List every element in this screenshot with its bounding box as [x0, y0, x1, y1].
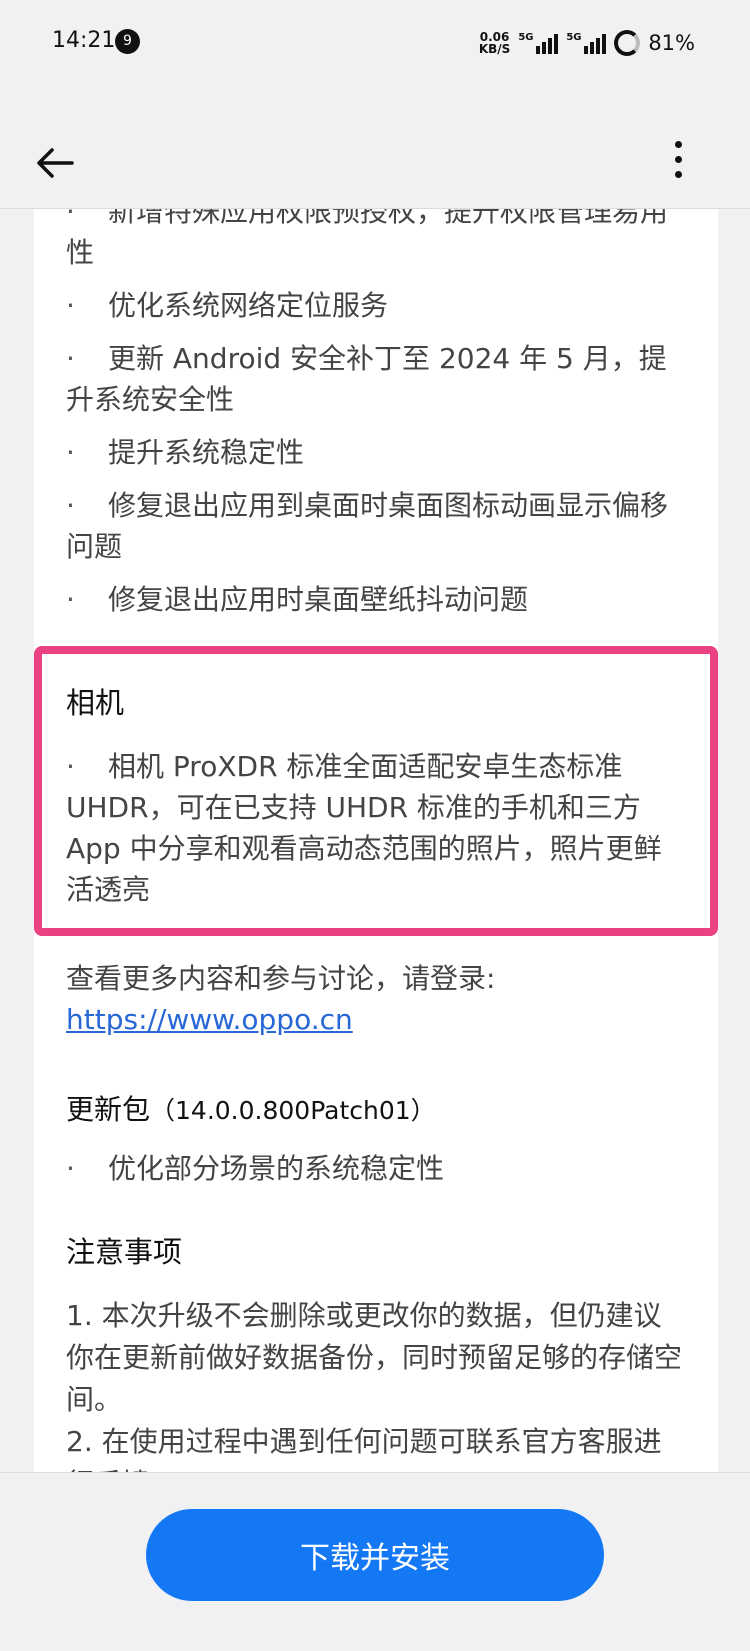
- network-speed: 0.06 KB/S: [479, 31, 510, 55]
- sim2-network-type: 5G: [566, 32, 582, 43]
- app-bar: [0, 118, 750, 208]
- camera-section-title: 相机: [66, 686, 125, 720]
- more-dot-icon: [674, 141, 682, 148]
- list-item: · 新增特殊应用权限预授权，提升权限管理易用性: [66, 209, 669, 269]
- more-dot-icon: [674, 171, 682, 178]
- list-item: · 相机 ProXDR 标准全面适配安卓生态标准 UHDR，可在已支持 UHDR …: [66, 750, 662, 906]
- notes-item: 1. 本次升级不会删除或更改你的数据，但仍建议你在更新前做好数据备份，同时预留足…: [66, 1299, 683, 1416]
- more-options-button[interactable]: [666, 136, 690, 190]
- signal-sim2-icon: 5G: [566, 32, 607, 54]
- login-prompt: 查看更多内容和参与讨论，请登录:: [66, 962, 496, 995]
- list-item: · 提升系统稳定性: [66, 436, 305, 469]
- status-bar: 14:21 9 0.06 KB/S 5G 5G 81%: [0, 0, 750, 84]
- sim1-network-type: 5G: [518, 32, 534, 43]
- patch-section-title: 更新包（14.0.0.800Patch01）: [66, 1088, 686, 1128]
- back-button[interactable]: [32, 138, 82, 188]
- oppo-community-link[interactable]: https://www.oppo.cn: [66, 1003, 353, 1036]
- signal-sim1-icon: 5G: [518, 32, 559, 54]
- patch-title: 更新包: [66, 1093, 151, 1126]
- list-item: · 更新 Android 安全补丁至 2024 年 5 月，提升系统安全性: [66, 342, 667, 416]
- patch-version: （14.0.0.800Patch01）: [150, 1096, 436, 1125]
- list-item: · 优化系统网络定位服务: [66, 289, 389, 322]
- release-notes-scroll-area[interactable]: · 新增特殊应用权限预授权，提升权限管理易用性 · 优化系统网络定位服务 · 更新 A…: [34, 209, 718, 1472]
- back-arrow-icon: [37, 148, 74, 178]
- list-item: · 修复退出应用时桌面壁纸抖动问题: [66, 583, 529, 616]
- notification-count-badge: 9: [115, 29, 140, 54]
- list-item: · 修复退出应用到桌面时桌面图标动画显示偏移问题: [66, 489, 669, 563]
- more-dot-icon: [674, 156, 682, 163]
- camera-section-highlight: 相机 · 相机 ProXDR 标准全面适配安卓生态标准 UHDR，可在已支持 UH…: [34, 646, 718, 936]
- notes-section-title: 注意事项: [66, 1235, 183, 1269]
- download-install-button[interactable]: 下载并安装: [146, 1509, 604, 1601]
- battery-icon: [614, 30, 641, 56]
- status-indicators: 0.06 KB/S 5G 5G 81%: [479, 28, 695, 58]
- battery-percent: 81%: [648, 31, 695, 55]
- network-speed-unit: KB/S: [478, 42, 511, 56]
- status-time: 14:21: [52, 28, 116, 53]
- bottom-action-bar: 下载并安装: [0, 1472, 750, 1651]
- notes-item: 2. 在使用过程中遇到任何问题可联系官方客服进行反馈。: [66, 1425, 662, 1472]
- list-item: · 优化部分场景的系统稳定性: [66, 1152, 445, 1185]
